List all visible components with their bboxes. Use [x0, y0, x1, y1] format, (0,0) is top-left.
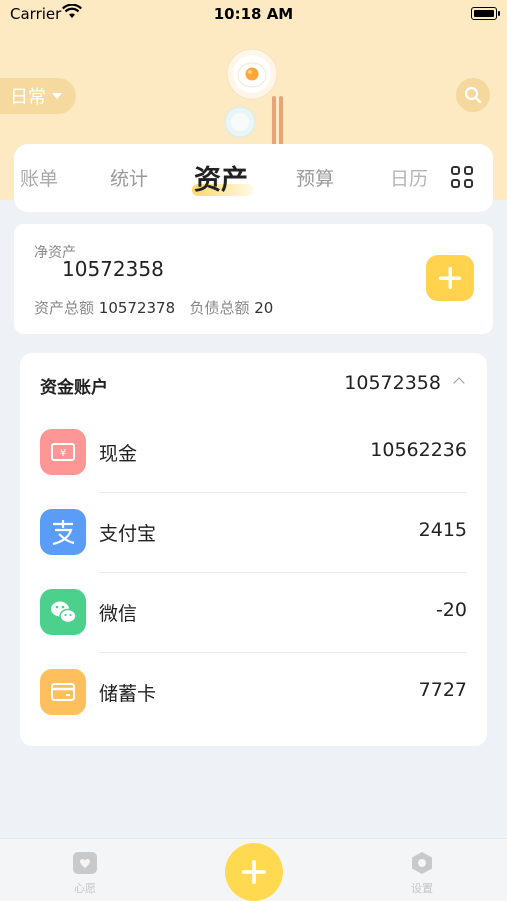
settings-icon [412, 852, 432, 874]
chevron-up-icon[interactable] [453, 377, 465, 389]
tab-statistics[interactable]: 统计 [110, 164, 148, 191]
account-row-alipay[interactable]: 支付宝 2415 [20, 493, 487, 573]
account-amount: 10562236 [370, 439, 467, 461]
alipay-icon [40, 509, 86, 555]
tab-assets[interactable]: 资产 [194, 158, 248, 197]
tab-budget[interactable]: 预算 [296, 164, 334, 191]
search-icon [464, 86, 482, 104]
account-amount: -20 [435, 599, 467, 621]
account-amount: 7727 [418, 679, 467, 701]
egg-plate-illustration [224, 48, 283, 152]
top-tab-bar: 账单 统计 资产 预算 日历 [14, 144, 493, 212]
account-name: 支付宝 [99, 523, 157, 545]
assets-summary: 资产总额 10572378 负债总额 20 [34, 297, 273, 318]
grid-menu-icon[interactable] [451, 166, 477, 192]
account-name: 微信 [99, 603, 138, 625]
tab-bills[interactable]: 账单 [20, 164, 58, 191]
net-assets-value: 10572358 [62, 257, 164, 281]
accounts-title: 资金账户 [40, 378, 108, 398]
cash-icon: ¥ [40, 429, 86, 475]
battery-icon [471, 7, 500, 20]
account-amount: 2415 [418, 519, 467, 541]
account-name: 储蓄卡 [99, 683, 157, 705]
plus-icon [438, 266, 462, 290]
total-assets-label: 资产总额 [34, 299, 95, 317]
total-assets-value: 10572378 [98, 299, 176, 317]
search-button[interactable] [456, 78, 490, 112]
fund-accounts-card: 资金账户 10572358 ¥ 现金 10562236 支付宝 2415 微信 … [20, 353, 487, 746]
wechat-icon [40, 589, 86, 635]
add-record-button[interactable] [225, 843, 283, 901]
tab-wish[interactable]: 心愿 [55, 851, 115, 896]
account-row-wechat[interactable]: 微信 -20 [20, 573, 487, 653]
net-assets-card: 净资产 10572358 资产总额 10572378 负债总额 20 [14, 224, 493, 334]
tab-settings[interactable]: 设置 [392, 851, 452, 896]
book-selector-label: 日常 [10, 87, 46, 108]
status-time: 10:18 AM [213, 5, 294, 23]
status-bar: Carrier 10:18 AM [0, 0, 507, 30]
svg-text:¥: ¥ [60, 448, 66, 459]
total-liabilities-value: 20 [254, 299, 274, 317]
add-account-button[interactable] [426, 255, 474, 301]
accounts-total: 10572358 [344, 372, 441, 394]
card-icon [40, 669, 86, 715]
tab-settings-label: 设置 [411, 882, 433, 895]
account-name: 现金 [99, 443, 138, 465]
plus-icon [241, 859, 267, 885]
account-row-cash[interactable]: ¥ 现金 10562236 [20, 413, 487, 493]
wish-icon [73, 852, 97, 874]
caret-down-icon [52, 93, 62, 99]
account-row-savings-card[interactable]: 储蓄卡 7727 [20, 653, 487, 733]
tab-calendar[interactable]: 日历 [390, 164, 428, 191]
tab-wish-label: 心愿 [74, 882, 96, 895]
book-selector-button[interactable]: 日常 [0, 78, 76, 114]
total-liabilities-label: 负债总额 [189, 299, 250, 317]
